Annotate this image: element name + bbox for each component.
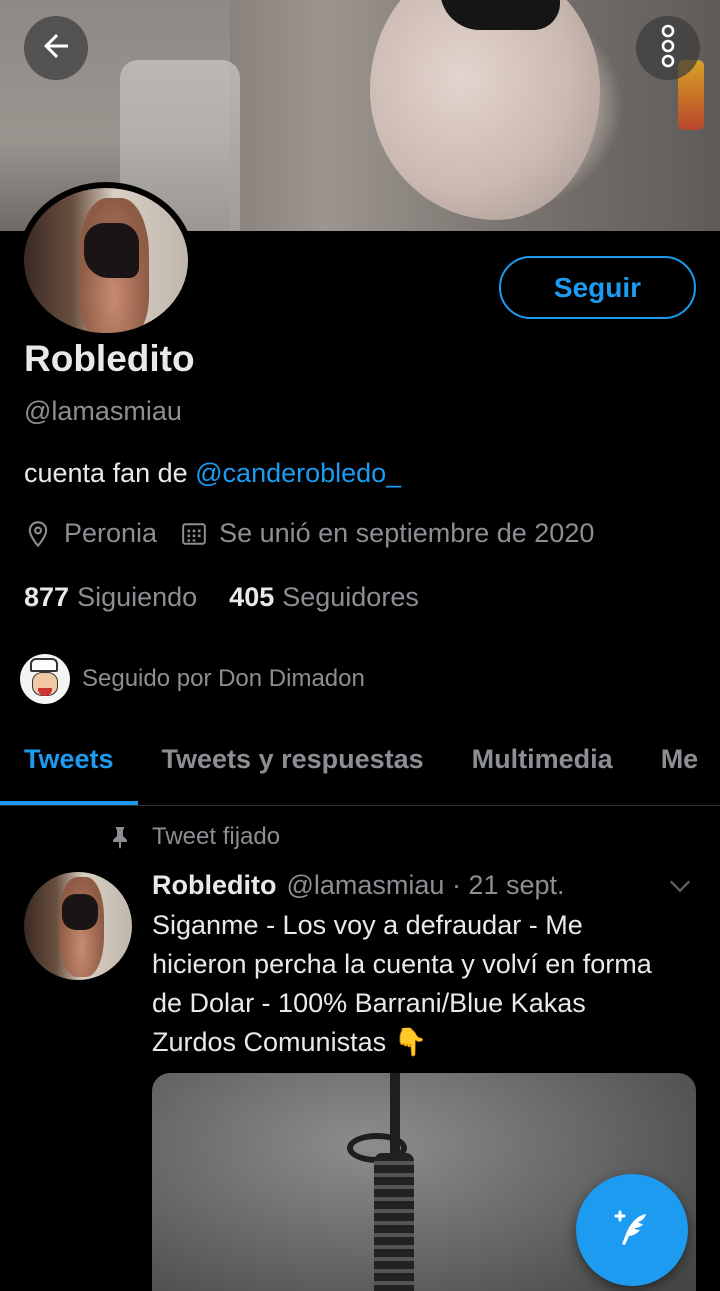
- profile-handle: @lamasmiau: [24, 396, 182, 426]
- followed-by-text: Seguido por Don Dimadon: [82, 665, 365, 692]
- calendar-icon: [181, 521, 207, 547]
- followed-by-row[interactable]: Seguido por Don Dimadon: [20, 654, 365, 704]
- profile-page: Seguir Robledito @lamasmiau cuenta fan d…: [0, 0, 720, 1291]
- following-stat[interactable]: 877 Siguiendo: [24, 582, 197, 613]
- bio-text: cuenta fan de: [24, 458, 196, 488]
- profile-stats: 877 Siguiendo 405 Seguidores: [24, 582, 451, 613]
- following-count: 877: [24, 582, 70, 612]
- compose-tweet-button[interactable]: [576, 1174, 688, 1286]
- arrow-left-icon: [38, 28, 74, 69]
- tweet-header: Robledito @lamasmiau · 21 sept.: [152, 870, 565, 901]
- profile-name: Robledito: [24, 338, 195, 379]
- follower-avatar: [20, 654, 70, 704]
- more-options-button[interactable]: [636, 16, 700, 80]
- profile-avatar[interactable]: [18, 182, 194, 339]
- tweet-text: Siganme - Los voy a defraudar - Me hicie…: [152, 910, 652, 1057]
- tweet-handle-date: @lamasmiau · 21 sept.: [286, 870, 565, 900]
- pin-icon: [110, 825, 132, 849]
- pinned-indicator: Tweet fijado: [110, 823, 280, 851]
- location-pin-icon: [24, 520, 52, 548]
- profile-joined-date: Se unió en septiembre de 2020: [219, 518, 595, 548]
- tab-media[interactable]: Multimedia: [448, 716, 637, 805]
- tweet-author-name[interactable]: Robledito: [152, 870, 276, 901]
- bio-mention-link[interactable]: @canderobledo_: [195, 458, 401, 488]
- profile-bio: cuenta fan de @canderobledo_: [24, 458, 401, 489]
- compose-feather-icon: [608, 1204, 656, 1257]
- followers-stat[interactable]: 405 Seguidores: [229, 582, 419, 613]
- follow-button[interactable]: Seguir: [499, 256, 696, 319]
- tab-likes[interactable]: Me: [637, 716, 720, 805]
- tab-tweets-replies[interactable]: Tweets y respuestas: [138, 716, 448, 805]
- more-vertical-icon: [658, 24, 678, 73]
- back-button[interactable]: [24, 16, 88, 80]
- pinned-label: Tweet fijado: [152, 823, 281, 850]
- tweet-author-avatar[interactable]: [24, 872, 132, 980]
- chevron-down-icon[interactable]: [666, 872, 694, 905]
- followers-label: Seguidores: [282, 582, 419, 612]
- profile-meta: Peronia Se unió en septiembre de 2020: [24, 518, 594, 549]
- followers-count: 405: [229, 582, 275, 612]
- profile-location: Peronia: [64, 518, 158, 548]
- tab-tweets[interactable]: Tweets: [0, 716, 138, 805]
- profile-tabs: Tweets Tweets y respuestas Multimedia Me: [0, 716, 720, 806]
- following-label: Siguiendo: [77, 582, 198, 612]
